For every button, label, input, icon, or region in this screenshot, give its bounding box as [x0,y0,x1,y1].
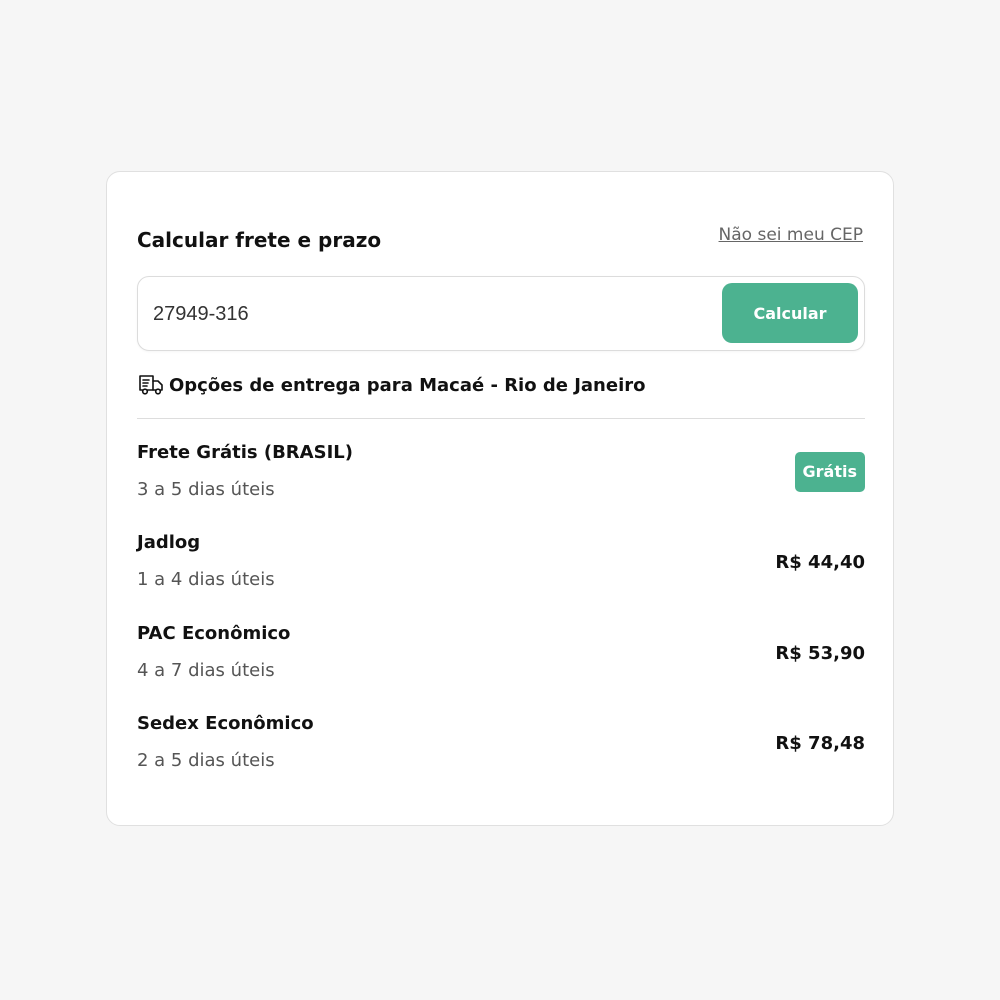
option-name: Frete Grátis (BRASIL) [137,442,353,463]
option-name: Sedex Econômico [137,713,314,734]
shipping-calculator-card: Calcular frete e prazo Não sei meu CEP C… [106,171,894,826]
truck-icon [137,373,165,397]
cep-input[interactable] [153,297,693,331]
option-delivery-time: 4 a 7 dias úteis [137,660,275,681]
option-name: PAC Econômico [137,623,291,644]
option-price: R$ 44,40 [775,552,865,573]
option-price: R$ 53,90 [775,643,865,664]
option-delivery-time: 2 a 5 dias úteis [137,750,275,771]
delivery-options-header: Opções de entrega para Macaé - Rio de Ja… [137,371,646,399]
option-delivery-time: 1 a 4 dias úteis [137,569,275,590]
option-name: Jadlog [137,532,201,553]
calculate-button[interactable]: Calcular [722,283,858,343]
page-title: Calcular frete e prazo [137,228,382,252]
shipping-option-sedex[interactable]: Sedex Econômico 2 a 5 dias úteis R$ 78,4… [137,713,865,783]
cep-form: Calcular [137,276,865,351]
free-badge: Grátis [794,452,865,492]
delivery-destination-label: Opções de entrega para Macaé - Rio de Ja… [169,374,646,396]
divider [137,418,865,419]
option-price: R$ 78,48 [775,733,865,754]
unknown-cep-link[interactable]: Não sei meu CEP [719,225,863,245]
option-delivery-time: 3 a 5 dias úteis [137,479,275,500]
shipping-option-pac[interactable]: PAC Econômico 4 a 7 dias úteis R$ 53,90 [137,623,865,693]
shipping-option-jadlog[interactable]: Jadlog 1 a 4 dias úteis R$ 44,40 [137,532,865,602]
shipping-option-free[interactable]: Frete Grátis (BRASIL) 3 a 5 dias úteis G… [137,442,865,512]
